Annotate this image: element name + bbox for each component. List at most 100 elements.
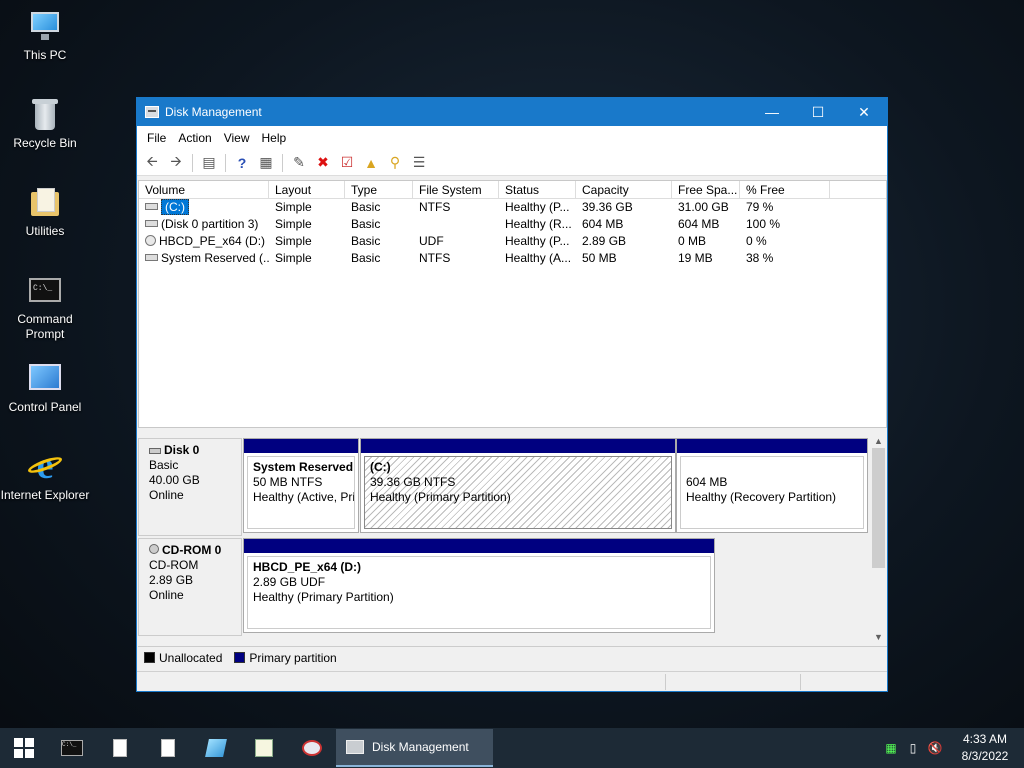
taskbar-disk-management[interactable]: Disk Management	[336, 729, 493, 767]
column-header[interactable]: Volume	[139, 181, 269, 198]
menu-help[interactable]: Help	[256, 131, 293, 145]
column-header[interactable]: Status	[499, 181, 576, 198]
volume-name: (Disk 0 partition 3)	[161, 217, 259, 231]
search-folder-icon[interactable]: ⚲	[384, 153, 406, 173]
title-bar[interactable]: Disk Management — ☐ ✕	[137, 98, 887, 126]
disk-row: Disk 0 Basic 40.00 GB Online System Rese…	[138, 438, 870, 536]
partition-status: Healthy (Primary Partition)	[253, 590, 394, 604]
cell: Simple	[275, 251, 312, 265]
taskbar-editor[interactable]	[240, 728, 288, 768]
minimize-button[interactable]: —	[749, 98, 795, 126]
menu-action[interactable]: Action	[172, 131, 217, 145]
forward-icon[interactable]: 🡪	[165, 153, 187, 173]
partition-recovery[interactable]: 604 MB Healthy (Recovery Partition)	[676, 438, 868, 533]
cell: 39.36 GB	[582, 200, 633, 214]
delete-icon[interactable]: ✖	[312, 153, 334, 173]
notepad-icon	[205, 739, 227, 757]
cell: Healthy (P...	[505, 200, 570, 214]
legend-swatch	[144, 652, 155, 663]
taskbar-notepad[interactable]	[192, 728, 240, 768]
column-header[interactable]: Capacity	[576, 181, 672, 198]
table-row[interactable]: (C:) Simple Basic NTFS Healthy (P... 39.…	[139, 199, 886, 216]
table-row[interactable]: HBCD_PE_x64 (D:) Simple Basic UDF Health…	[139, 233, 886, 250]
close-button[interactable]: ✕	[841, 98, 887, 126]
help-icon[interactable]: ?	[231, 153, 253, 173]
list-view-icon[interactable]: ☰	[408, 153, 430, 173]
desktop-icon-control-panel[interactable]: Control Panel	[0, 360, 90, 415]
column-header[interactable]: % Free	[740, 181, 830, 198]
properties-icon[interactable]: ▦	[255, 153, 277, 173]
drive-icon	[145, 203, 158, 211]
cell: Basic	[351, 217, 381, 231]
folder-up-icon[interactable]: ▲	[360, 153, 382, 173]
window-title: Disk Management	[165, 105, 262, 119]
usb-icon[interactable]: ▯	[902, 741, 924, 755]
cell: Simple	[275, 200, 312, 214]
disk-label[interactable]: Disk 0 Basic 40.00 GB Online	[138, 438, 242, 536]
cell: Basic	[351, 251, 381, 265]
disk-size: 40.00 GB	[149, 473, 200, 487]
maximize-button[interactable]: ☐	[795, 98, 841, 126]
scroll-up-icon[interactable]: ▲	[870, 434, 887, 448]
taskbar-tool[interactable]	[288, 728, 336, 768]
check-icon[interactable]: ☑	[336, 153, 358, 173]
taskbar-command-prompt[interactable]: C:\_	[48, 728, 96, 768]
document-icon	[161, 739, 175, 757]
column-header[interactable]: Layout	[269, 181, 345, 198]
desktop-icon-internet-explorer[interactable]: e Internet Explorer	[0, 447, 90, 503]
toolbar: 🡨 🡪 ▤ ? ▦ ✎ ✖ ☑ ▲ ⚲ ☰	[137, 150, 887, 176]
color-icon[interactable]: ▦	[880, 741, 902, 755]
table-row[interactable]: (Disk 0 partition 3) Simple Basic Health…	[139, 216, 886, 233]
legend-swatch	[234, 652, 246, 663]
legend-label: Primary partition	[249, 650, 337, 665]
desktop-icon-label: Command Prompt	[17, 312, 73, 341]
column-header[interactable]: Type	[345, 181, 413, 198]
cell: 0 %	[746, 234, 767, 248]
control-panel-icon	[27, 360, 63, 396]
cell: NTFS	[419, 200, 451, 214]
column-header[interactable]: Free Spa...	[672, 181, 740, 198]
cell: Basic	[351, 234, 381, 248]
desktop-icon-label: Recycle Bin	[13, 136, 77, 150]
back-icon[interactable]: 🡨	[141, 153, 163, 173]
show-hide-tree-icon[interactable]: ▤	[198, 153, 220, 173]
volume-list[interactable]: Volume Layout Type File System Status Ca…	[138, 180, 887, 428]
partition-size: 50 MB NTFS	[253, 475, 323, 489]
table-row[interactable]: System Reserved (... Simple Basic NTFS H…	[139, 250, 886, 267]
partition-d[interactable]: HBCD_PE_x64 (D:) 2.89 GB UDF Healthy (Pr…	[243, 538, 715, 633]
taskbar-document-2[interactable]	[144, 728, 192, 768]
clock[interactable]: 4:33 AM 8/3/2022	[946, 731, 1024, 765]
connect-icon[interactable]: ✎	[288, 153, 310, 173]
legend-label: Unallocated	[159, 650, 223, 665]
taskbar-document-1[interactable]	[96, 728, 144, 768]
cell: 19 MB	[678, 251, 713, 265]
scroll-down-icon[interactable]: ▼	[870, 630, 887, 644]
disk-row: CD-ROM 0 CD-ROM 2.89 GB Online HBCD_PE_x…	[138, 538, 870, 636]
menu-file[interactable]: File	[141, 131, 172, 145]
volume-muted-icon[interactable]: 🔇	[924, 741, 946, 755]
disk-management-icon	[346, 740, 364, 754]
command-prompt-icon: C:\_	[61, 740, 83, 756]
partition-c[interactable]: (C:) 39.36 GB NTFS Healthy (Primary Part…	[360, 438, 676, 533]
partition-system-reserved[interactable]: System Reserved 50 MB NTFS Healthy (Acti…	[243, 438, 359, 533]
drive-icon	[145, 254, 158, 262]
list-header: Volume Layout Type File System Status Ca…	[139, 181, 886, 199]
desktop-icon-utilities[interactable]: Utilities	[0, 184, 90, 239]
desktop-icon-this-pc[interactable]: This PC	[0, 8, 90, 63]
vertical-scrollbar[interactable]: ▲ ▼	[870, 434, 887, 644]
cell: 604 MB	[582, 217, 624, 231]
cell: Healthy (R...	[505, 217, 572, 231]
partition-status: Healthy (Active, Pri	[253, 490, 355, 504]
column-header[interactable]: File System	[413, 181, 499, 198]
start-button[interactable]	[0, 728, 48, 768]
drive-icon	[145, 220, 158, 228]
disk-label[interactable]: CD-ROM 0 CD-ROM 2.89 GB Online	[138, 538, 242, 636]
disk-kind: Basic	[149, 458, 179, 472]
desktop-icon-recycle-bin[interactable]: Recycle Bin	[0, 96, 90, 151]
menu-view[interactable]: View	[218, 131, 256, 145]
scroll-thumb[interactable]	[872, 448, 885, 568]
desktop-icon-command-prompt[interactable]: C:\_ Command Prompt	[0, 272, 90, 342]
disk-management-icon	[145, 106, 159, 118]
cell: UDF	[419, 234, 444, 248]
cell: 604 MB	[678, 217, 720, 231]
